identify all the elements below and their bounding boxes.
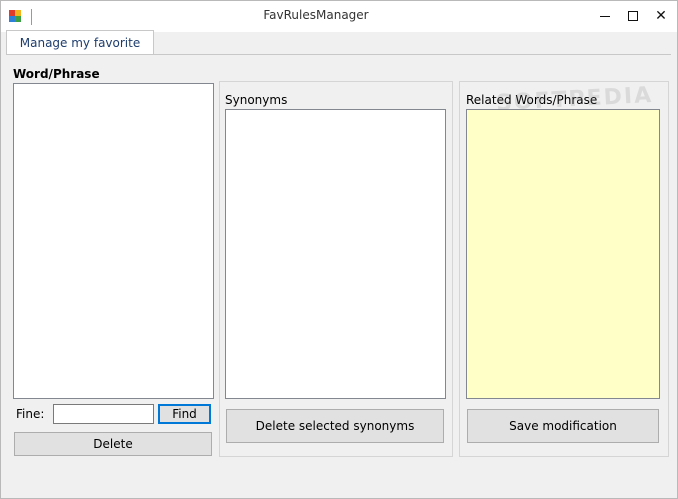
close-button[interactable]: ✕ — [647, 1, 675, 32]
word-phrase-label: Word/Phrase — [13, 67, 100, 81]
app-window: FavRulesManager ✕ Manage my favorite rul… — [0, 0, 678, 499]
synonyms-listbox[interactable] — [225, 109, 446, 399]
minimize-button[interactable] — [591, 1, 619, 32]
maximize-button[interactable] — [619, 1, 647, 32]
synonyms-label: Synonyms — [225, 93, 288, 107]
tab-manage-favorite-rules[interactable]: Manage my favorite rules — [6, 30, 154, 74]
delete-selected-synonyms-button[interactable]: Delete selected synonyms — [226, 409, 444, 443]
window-title: FavRulesManager — [263, 8, 369, 22]
related-words-textarea[interactable] — [466, 109, 660, 399]
find-button[interactable]: Find — [158, 404, 211, 424]
word-phrase-listbox[interactable] — [13, 83, 214, 399]
minimize-icon — [600, 15, 610, 17]
maximize-icon — [628, 11, 638, 21]
delete-button[interactable]: Delete — [14, 432, 212, 456]
find-label: Fine: — [16, 407, 45, 421]
title-bar: FavRulesManager ✕ — [1, 1, 677, 32]
find-input[interactable] — [53, 404, 154, 424]
save-modification-button[interactable]: Save modification — [467, 409, 659, 443]
close-icon: ✕ — [655, 8, 667, 24]
